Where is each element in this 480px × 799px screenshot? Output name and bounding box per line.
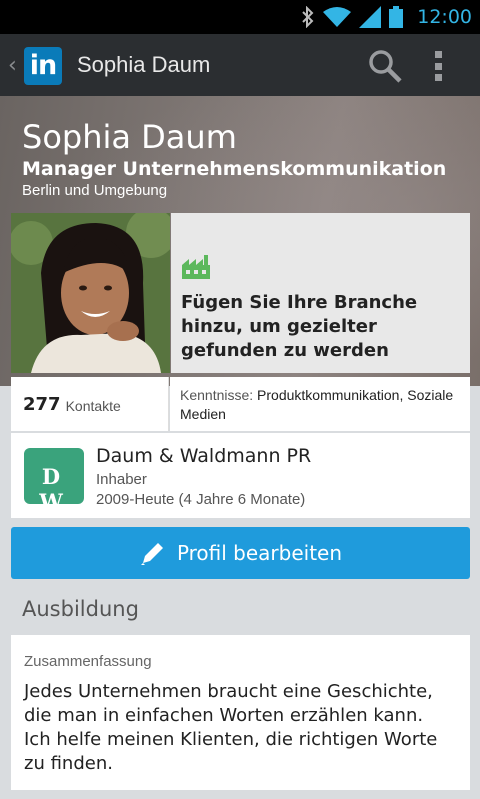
up-caret-icon[interactable]: ‹ xyxy=(8,53,17,78)
profile-headline: Manager Unternehmenskommunikation xyxy=(22,158,447,180)
battery-icon xyxy=(389,6,404,28)
profile-photo[interactable] xyxy=(11,213,170,373)
search-icon[interactable] xyxy=(368,49,402,83)
overflow-menu-icon[interactable] xyxy=(428,48,448,84)
status-time: 12:00 xyxy=(417,6,472,28)
pencil-icon xyxy=(140,543,163,565)
add-industry-text: Fügen Sie Ihre Branche hinzu, um gezielt… xyxy=(181,292,418,361)
edit-profile-label: Profil bearbeiten xyxy=(176,541,343,565)
connections-label: Kontakte xyxy=(65,397,121,414)
company-name: Daum & Waldmann PR xyxy=(96,445,312,467)
skills-stat[interactable]: Kenntnisse: Produktkommunikation, Sozial… xyxy=(170,377,470,431)
edit-profile-button[interactable]: Profil bearbeiten xyxy=(11,527,470,579)
profile-location: Berlin und Umgebung xyxy=(22,182,168,199)
factory-icon xyxy=(182,255,210,279)
summary-label: Zusammenfassung xyxy=(24,653,152,670)
position-dates: 2009-Heute (4 Jahre 6 Monate) xyxy=(96,491,306,508)
linkedin-logo[interactable]: in xyxy=(24,47,62,85)
add-industry-card[interactable]: Fügen Sie Ihre Branche hinzu, um gezielt… xyxy=(171,213,470,373)
connections-stat[interactable]: 277 Kontakte xyxy=(11,377,169,431)
bluetooth-icon xyxy=(302,6,314,28)
status-bar: 12:00 xyxy=(0,0,480,34)
status-icons: 12:00 xyxy=(301,0,472,34)
action-bar-title: Sophia Daum xyxy=(77,52,211,77)
wifi-icon xyxy=(323,7,352,27)
current-position-card[interactable]: D W Daum & Waldmann PR Inhaber 2009-Heut… xyxy=(11,433,470,518)
education-section-title: Ausbildung xyxy=(22,597,139,621)
signal-icon xyxy=(359,6,382,28)
position-title: Inhaber xyxy=(96,471,147,488)
company-logo-text: D W xyxy=(39,464,69,514)
company-logo: D W xyxy=(24,448,84,514)
skills-label: Kenntnisse: xyxy=(180,387,254,403)
summary-card[interactable]: Zusammenfassung Jedes Unternehmen brauch… xyxy=(11,635,470,790)
action-bar: ‹ in Sophia Daum xyxy=(0,34,480,96)
profile-name: Sophia Daum xyxy=(22,118,237,156)
connections-count: 277 xyxy=(23,393,61,415)
stats-row: 277 Kontakte Kenntnisse: Produktkommunik… xyxy=(11,377,470,431)
summary-text: Jedes Unternehmen braucht eine Geschicht… xyxy=(24,681,438,774)
